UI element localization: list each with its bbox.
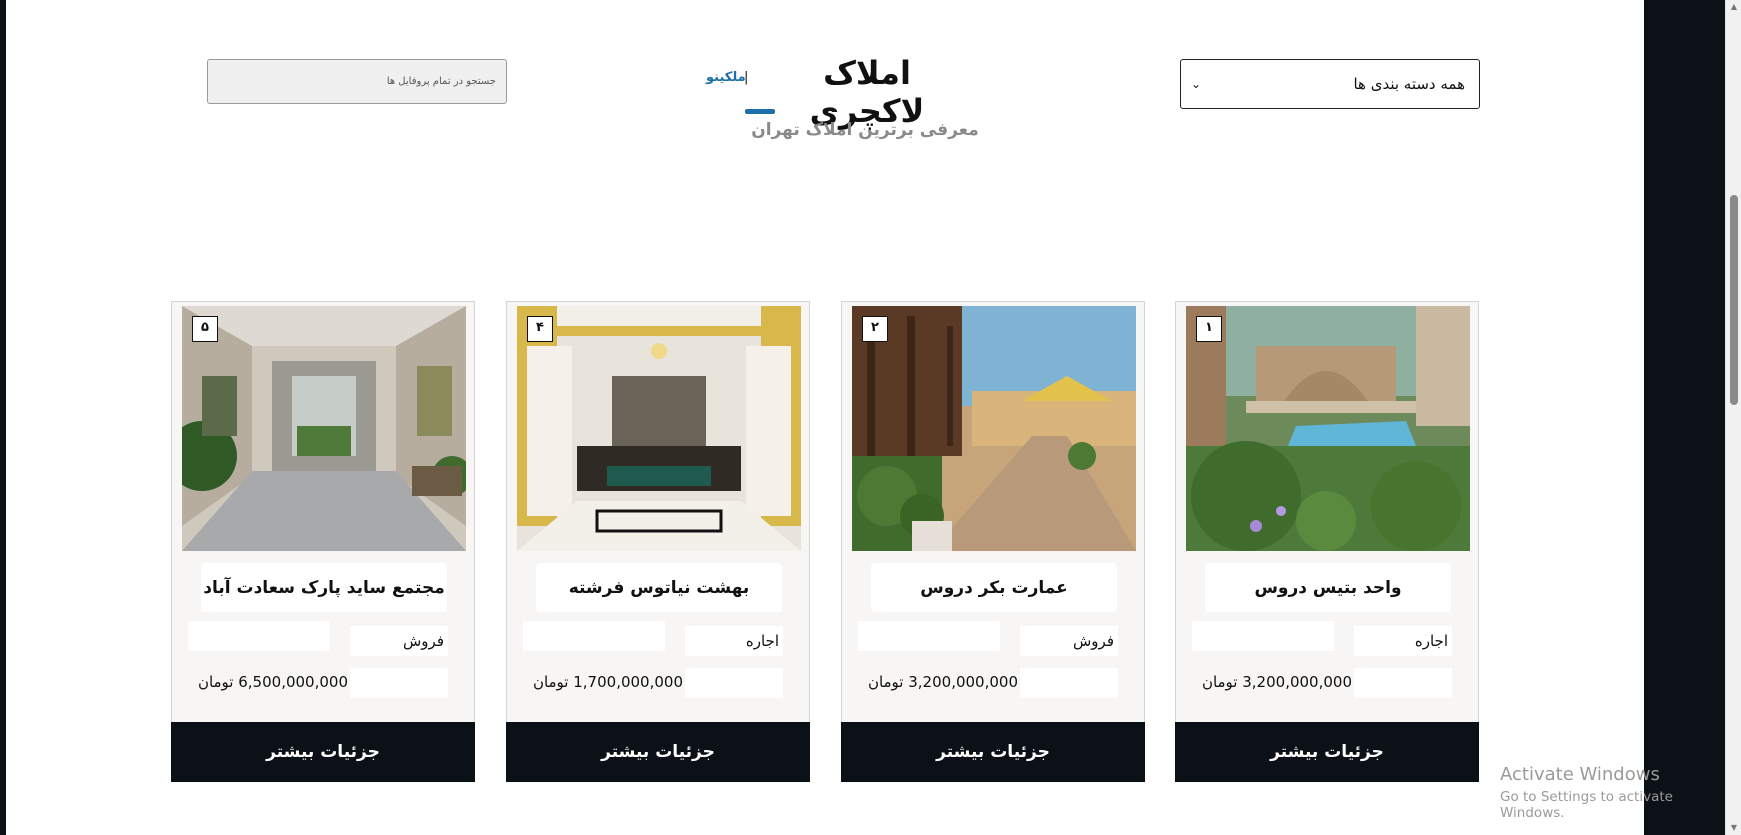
search-input[interactable] [218,76,496,87]
details-button[interactable]: جزئیات بیشتر [1175,722,1479,782]
property-card[interactable]: ۵ مجتمع ساید پارک سعادت آباد فروش 6,500,… [171,301,475,782]
card-index: ۴ [527,316,553,342]
property-price: 1,700,000,000 تومان [532,673,683,691]
search-box[interactable] [207,59,507,104]
scroll-up-icon[interactable]: ▲ [1726,0,1741,14]
card-index: ۲ [862,316,888,342]
luxury-living-room-photo [517,306,801,551]
empty-field [685,668,783,698]
property-name: واحد بتیس دروس [1205,563,1451,612]
category-select-value: همه دسته بندی ها [1353,75,1465,93]
scrollbar[interactable]: ▲ ▼ [1725,0,1741,835]
details-button[interactable]: جزئیات بیشتر [171,722,475,782]
watermark-subtitle: Go to Settings to activate Windows. [1500,789,1673,821]
empty-field [350,668,448,698]
empty-field [1020,668,1118,698]
left-edge-bar [0,0,6,835]
chevron-down-icon: ⌄ [1191,77,1202,91]
title-divider [745,109,775,114]
details-button[interactable]: جزئیات بیشتر [841,722,1145,782]
property-type: فروش [1020,626,1118,656]
brand-link[interactable]: ملکینو [706,70,746,85]
category-select[interactable]: همه دسته بندی ها ⌄ [1180,59,1480,109]
property-image[interactable]: ۱ [1186,306,1470,551]
card-index: ۵ [192,316,218,342]
property-price: 6,500,000,000 تومان [197,673,348,691]
empty-field [1192,621,1334,651]
scroll-down-icon[interactable]: ▼ [1726,821,1741,835]
empty-field [188,621,330,651]
page-subtitle: معرفی برترین املاک تهران [751,120,979,140]
page-title: املاک لاکچری [809,54,925,130]
empty-field [523,621,665,651]
property-type: اجاره [685,626,783,656]
garden-villa-pool-photo [1186,306,1470,551]
property-image[interactable]: ۵ [182,306,466,551]
property-price: 3,200,000,000 تومان [1201,673,1352,691]
marble-lobby-photo [182,306,466,551]
property-image[interactable]: ۴ [517,306,801,551]
scrollbar-thumb[interactable] [1730,195,1738,405]
right-dark-panel [1644,0,1725,835]
card-index: ۱ [1196,316,1222,342]
property-card[interactable]: ۱ واحد بتیس دروس اجاره 3,200,000,000 توم… [1175,301,1479,782]
property-name: بهشت نیاتوس فرشته [536,563,782,612]
property-image[interactable]: ۲ [852,306,1136,551]
property-type: اجاره [1354,626,1452,656]
empty-field [1354,668,1452,698]
brand-separator: | [744,70,749,85]
property-price: 3,200,000,000 تومان [867,673,1018,691]
watermark-title: Activate Windows [1500,764,1660,785]
property-type: فروش [350,626,448,656]
property-card[interactable]: ۴ بهشت نیاتوس فرشته اجاره 1,700,000,000 … [506,301,810,782]
details-button[interactable]: جزئیات بیشتر [506,722,810,782]
property-name: مجتمع ساید پارک سعادت آباد [201,563,447,612]
property-card[interactable]: ۲ عمارت بکر دروس فروش 3,200,000,000 توما… [841,301,1145,782]
windows-activation-watermark: Activate Windows Go to Settings to activ… [1500,764,1741,821]
mansion-courtyard-pergola-photo [852,306,1136,551]
property-name: عمارت بکر دروس [871,563,1117,612]
empty-field [858,621,1000,651]
